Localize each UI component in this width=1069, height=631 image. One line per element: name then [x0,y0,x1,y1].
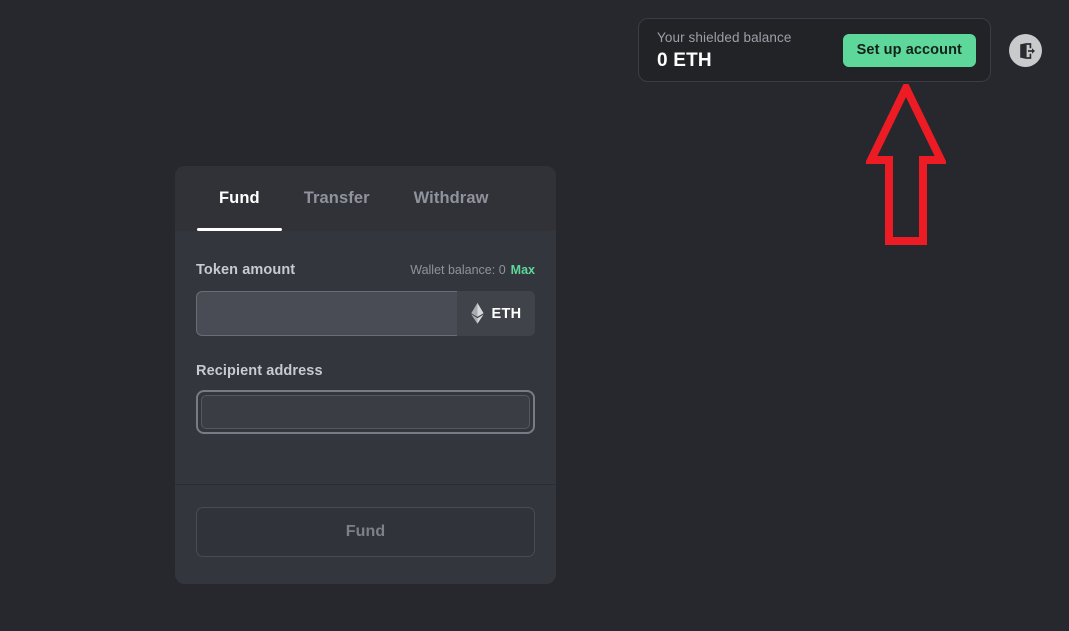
wallet-balance-group: Wallet balance: 0 Max [410,261,535,279]
ethereum-icon [470,303,484,324]
card-footer: Fund [175,484,556,584]
tab-withdraw[interactable]: Withdraw [392,166,511,231]
fund-submit-button[interactable]: Fund [196,507,535,557]
recipient-address-input[interactable] [201,395,530,429]
tab-fund[interactable]: Fund [197,166,282,231]
token-amount-label: Token amount [196,262,296,278]
balance-label: Your shielded balance [657,29,792,45]
token-amount-row: ETH [196,291,535,336]
tab-withdraw-label: Withdraw [413,189,489,207]
max-button[interactable]: Max [511,263,535,277]
annotation-arrow-icon [866,84,946,245]
tab-bar: Fund Transfer Withdraw [175,166,556,231]
balance-value: 0 ETH [657,49,712,71]
tab-transfer-label: Transfer [303,189,370,207]
token-symbol-label: ETH [491,305,522,322]
logout-glyph [1019,42,1035,59]
balance-block: Your shielded balance 0 ETH [657,28,843,73]
set-up-account-button[interactable]: Set up account [842,33,976,67]
tab-transfer[interactable]: Transfer [282,166,392,231]
recipient-address-focus-ring [196,390,535,434]
card-body: Token amount Wallet balance: 0 Max ETH Re… [175,231,556,484]
token-amount-input[interactable] [196,291,457,336]
token-select[interactable]: ETH [457,291,535,336]
wallet-balance-text: Wallet balance: 0 [410,263,506,277]
tab-fund-label: Fund [219,189,260,207]
token-amount-header: Token amount Wallet balance: 0 Max [196,261,535,279]
logout-icon[interactable] [1009,34,1042,67]
shielded-pool-card: Fund Transfer Withdraw Token amount Wall… [175,166,556,584]
recipient-address-label: Recipient address [196,363,323,379]
shielded-balance-bar: Your shielded balance 0 ETH Set up accou… [638,18,991,82]
